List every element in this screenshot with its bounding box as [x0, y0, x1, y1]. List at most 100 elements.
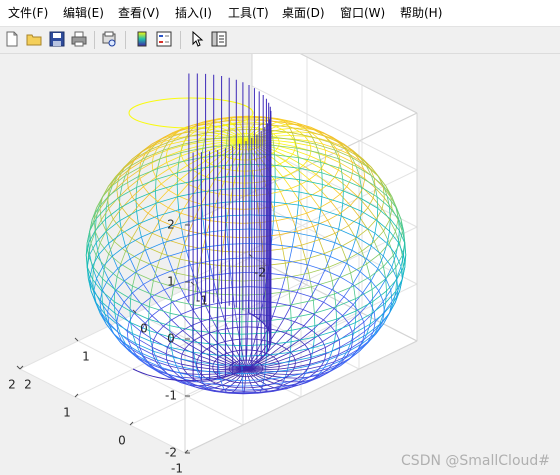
sphere-parallel-segment — [94, 301, 101, 314]
sphere-parallel-segment — [181, 155, 184, 161]
sphere-parallel-segment — [157, 209, 179, 217]
sphere-parallel-segment — [155, 172, 178, 180]
sphere-parallel-segment — [143, 276, 158, 285]
sphere-parallel-segment — [231, 392, 244, 394]
sphere-meridian-segment — [177, 196, 180, 210]
sphere-parallel-segment — [143, 186, 150, 195]
save-icon[interactable] — [48, 30, 66, 48]
sphere-parallel-segment — [98, 243, 109, 256]
sphere-meridian-segment — [145, 250, 152, 264]
sphere-parallel-segment — [107, 197, 110, 209]
sphere-meridian-segment — [180, 223, 184, 237]
sphere-parallel-segment — [135, 272, 154, 282]
sphere-meridian-segment — [180, 200, 190, 214]
sphere-meridian-segment — [123, 301, 135, 314]
menu-bar: 文件(F) 编辑(E) 查看(V) 插入(I) 工具(T) 桌面(D) 窗口(W… — [0, 0, 560, 27]
sphere-parallel-segment — [161, 253, 181, 260]
sphere-meridian-segment — [275, 135, 291, 137]
pointer-icon[interactable] — [188, 30, 206, 48]
sphere-meridian-segment — [225, 137, 228, 146]
sphere-meridian-segment — [131, 225, 140, 239]
sphere-parallel-segment — [119, 198, 137, 209]
menu-edit[interactable]: 编辑(E) — [63, 5, 104, 21]
sphere-meridian-segment — [121, 233, 126, 247]
sphere-parallel-segment — [201, 157, 206, 162]
sphere-parallel-segment — [180, 145, 183, 151]
sphere-parallel-segment — [180, 359, 182, 365]
sphere-meridian-segment — [196, 143, 213, 147]
sphere-parallel-segment — [126, 178, 129, 188]
menu-window[interactable]: 窗口(W) — [340, 5, 385, 21]
colorbar-icon[interactable] — [133, 30, 151, 48]
toolbar — [0, 27, 560, 54]
sphere-parallel-segment — [145, 246, 162, 254]
menu-view[interactable]: 查看(V) — [118, 5, 160, 21]
sphere-parallel-segment — [151, 162, 154, 171]
sphere-meridian-segment — [214, 193, 220, 208]
plot-axes[interactable]: 2 1 0 -1 -2 -1 0 1 2 -2 -1 0 1 2 — [0, 54, 560, 475]
sphere-meridian-segment — [113, 228, 122, 242]
sphere-meridian-segment — [139, 213, 149, 226]
sphere-meridian-segment — [136, 211, 139, 224]
sphere-meridian-segment — [105, 218, 114, 232]
sphere-meridian-segment — [201, 373, 217, 375]
sphere-parallel-segment — [231, 195, 244, 197]
sphere-meridian-segment — [167, 256, 174, 271]
open-folder-icon[interactable] — [25, 30, 43, 48]
menu-help[interactable]: 帮助(H) — [400, 5, 442, 21]
sphere-meridian-segment — [116, 263, 122, 277]
print-preview-icon[interactable] — [100, 30, 118, 48]
sphere-meridian-segment — [132, 272, 137, 287]
menu-file[interactable]: 文件(F) — [8, 5, 48, 21]
sphere-parallel-segment — [180, 150, 182, 156]
sphere-parallel-segment — [233, 147, 236, 149]
x-tick-label: 1 — [63, 406, 71, 420]
menu-insert[interactable]: 插入(I) — [175, 5, 212, 21]
sphere-meridian-segment — [157, 215, 161, 230]
property-editor-icon[interactable] — [210, 30, 228, 48]
sphere-parallel-segment — [139, 259, 158, 268]
sphere-parallel-segment — [188, 200, 202, 205]
sphere-meridian-segment — [155, 203, 158, 217]
cylinder-top-rim — [128, 97, 254, 129]
sphere-parallel-segment — [127, 187, 133, 198]
sphere-parallel-segment — [138, 215, 158, 225]
sphere-parallel-segment — [138, 168, 158, 177]
sphere-meridian-segment — [244, 376, 246, 384]
menu-desktop[interactable]: 桌面(D) — [282, 5, 325, 21]
sphere-parallel-segment — [117, 258, 131, 269]
sphere-meridian-segment — [168, 179, 181, 191]
sphere-parallel-segment — [229, 369, 231, 372]
y-tick-label: -2 — [254, 266, 266, 280]
sphere-parallel-segment — [310, 145, 312, 151]
sphere-parallel-segment — [173, 173, 181, 180]
sphere-parallel-segment — [167, 250, 187, 257]
new-file-icon[interactable] — [3, 30, 21, 48]
sphere-parallel-segment — [178, 204, 202, 211]
sphere-parallel-segment — [213, 148, 217, 152]
sphere-meridian-segment — [202, 135, 217, 137]
legend-icon[interactable] — [155, 30, 173, 48]
y-tick-label: 1 — [82, 350, 90, 364]
sphere-parallel-segment — [261, 138, 263, 141]
sphere-meridian-segment — [135, 198, 137, 212]
sphere-parallel-segment — [108, 253, 121, 265]
sphere-parallel-segment — [90, 243, 97, 256]
toolbar-separator — [125, 31, 126, 49]
toolbar-separator — [180, 31, 181, 49]
sphere-meridian-segment — [120, 251, 126, 265]
z-tick-label: 2 — [167, 218, 175, 232]
sphere-meridian-segment — [150, 280, 154, 295]
sphere-parallel-segment — [210, 163, 217, 167]
sphere-parallel-segment — [115, 280, 125, 292]
toolbar-separator — [94, 31, 95, 49]
sphere-parallel-segment — [106, 220, 121, 232]
menu-tools[interactable]: 工具(T) — [228, 5, 269, 21]
print-icon[interactable] — [70, 30, 88, 48]
sphere-meridian-segment — [275, 373, 290, 375]
sphere-parallel-segment — [151, 289, 165, 298]
y-tick-label: 0 — [140, 322, 148, 336]
sphere-parallel-segment — [89, 231, 92, 244]
sphere-parallel-segment — [261, 365, 263, 368]
sphere-meridian-segment — [125, 238, 133, 252]
